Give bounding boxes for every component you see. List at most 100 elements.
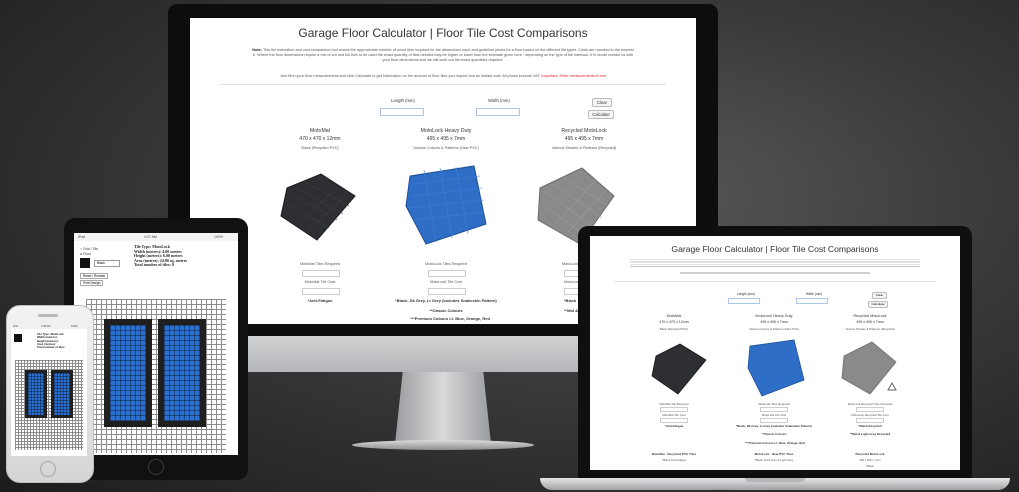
- mb-tiles-required-label: MotoLock Tiles Required: [758, 402, 790, 406]
- mb-length-label: Length (mm): [736, 292, 756, 296]
- mb-motolock-tile-image: [747, 339, 805, 397]
- instruction-main: Just fill in your floor measurements and…: [279, 74, 541, 78]
- width-input[interactable]: [476, 108, 520, 116]
- mb-product-name: MotoLock Heavy Duty: [755, 314, 793, 318]
- iphone-info: Tile Type: MotoLock Width (metres): Heig…: [37, 332, 66, 350]
- iphone-floor-right: [54, 373, 70, 415]
- mb-calculate-button[interactable]: Calculate: [868, 301, 888, 308]
- mb-product-note-2: **Mid & Light Grey Recycled: [849, 432, 891, 436]
- mb-tile-cost-output: [760, 418, 788, 423]
- mb-bottom-line: *Black, Dark Grey & Light Grey: [754, 458, 794, 462]
- mb-instruction: [680, 272, 870, 274]
- mb-width-input[interactable]: [796, 298, 828, 304]
- iphone-time: 4:38 AM: [41, 325, 51, 328]
- mb-note-text: [630, 258, 920, 268]
- tile-cost-output: [428, 288, 466, 295]
- mb-bottom-line: *Black: [866, 464, 874, 468]
- iphone-battery: 100%: [71, 325, 78, 328]
- note-paragraph: Note: This tile estimation and cost comp…: [252, 48, 634, 64]
- mb-motomat-tile-image: [651, 343, 707, 395]
- ipad-time: 4:37 AM: [144, 235, 157, 239]
- mb-bottom-heading: Recycled MotoLock: [855, 452, 885, 456]
- mb-tiles-required-output: [660, 407, 688, 412]
- ipad-screen: iPad 4:37 AM 100% ○ Grid / Tile ● Floor …: [74, 233, 238, 455]
- ipad-carrier: iPad: [78, 235, 86, 239]
- product-name: Recycled MotoLock: [561, 128, 607, 134]
- mb-product-material: Black (Recycled PVC): [659, 327, 689, 331]
- mb-tiles-required-output: [856, 407, 884, 412]
- mb-footer-note: ***Premium Colours Lt. Blue, Orange, Red: [745, 441, 805, 445]
- tile-cost-label: MotoMat Tile Cost: [304, 280, 336, 284]
- mb-product-material: Various Shades & Patterns (Recycled): [845, 327, 895, 331]
- macbook-screen: Garage Floor Calculator | Floor Tile Cos…: [590, 236, 960, 470]
- mb-tile-cost-output: [660, 418, 688, 423]
- mb-bottom-line: *Black Anti-Fatigue: [662, 458, 686, 462]
- mb-product-dims: 470 x 470 x 12mm: [659, 320, 689, 324]
- print-button[interactable]: Print Design: [80, 280, 104, 286]
- product-material: Black (Recycled PVC): [301, 146, 339, 150]
- recycle-icon: [887, 382, 897, 391]
- imac-stand: [395, 372, 491, 444]
- instruction-warning: Important: Enter measurements in mm: [541, 74, 607, 78]
- iphone-color-swatch[interactable]: [14, 334, 22, 342]
- tiles-required-label: MotoLock Tiles Required: [425, 262, 467, 266]
- length-label: Length (mm): [391, 98, 415, 103]
- radio-floor[interactable]: ● Floor: [80, 252, 91, 256]
- iphone-floor-left: [28, 373, 44, 415]
- mb-tiles-required-output: [760, 407, 788, 412]
- floor-area-left: [110, 325, 146, 421]
- reset-button[interactable]: Reset / Redraw: [80, 273, 108, 279]
- width-label: Width (mm): [488, 98, 510, 103]
- note-text: This tile estimation and cost comparison…: [252, 48, 634, 63]
- mb-clear-button[interactable]: Clear: [872, 292, 887, 299]
- ipad-home-button[interactable]: [148, 459, 164, 475]
- tile-cost-label: MotoLock Tile Cost: [429, 280, 463, 284]
- mb-divider: [614, 281, 936, 282]
- floor-area-right: [164, 325, 200, 421]
- clear-button[interactable]: Clear: [592, 98, 612, 107]
- product-name: MotoMat: [309, 128, 331, 134]
- info-total: Total number of tiles: 0: [134, 262, 174, 268]
- product-dims: 470 x 470 x 12mm: [299, 136, 341, 142]
- radio-grid[interactable]: ○ Grid / Tile: [80, 247, 98, 251]
- mb-tile-cost-label: MotoMat Tile Cost: [662, 413, 686, 417]
- mb-bottom-line: 495 x 495 x 7mm: [859, 458, 881, 462]
- radio-grid-label: Grid / Tile: [83, 247, 99, 251]
- mb-product-dims: 495 x 495 x 7mm: [856, 320, 884, 324]
- length-input[interactable]: [380, 108, 424, 116]
- tile-cost-output: [302, 288, 340, 295]
- calculate-button[interactable]: Calculate: [588, 110, 614, 119]
- imac-foot: [352, 440, 534, 450]
- mb-tile-cost-output: [856, 418, 884, 423]
- iphone-screen: iPad 4:38 AM 100% Tile Type: MotoLock Wi…: [11, 324, 87, 456]
- page-title: Garage Floor Calculator | Floor Tile Cos…: [298, 26, 588, 40]
- iphone-home-button[interactable]: [40, 461, 56, 477]
- mb-page-title: Garage Floor Calculator | Floor Tile Cos…: [671, 244, 879, 254]
- color-select[interactable]: Black: [94, 260, 120, 267]
- mb-product-note: *Black Recycled: [858, 424, 882, 428]
- mb-width-label: Width (mm): [805, 292, 823, 296]
- iphone-speaker: [38, 314, 58, 317]
- tiles-required-label: MotoMat Tiles Required: [299, 262, 341, 266]
- motomat-tile-image: [280, 173, 356, 241]
- mb-length-input[interactable]: [728, 298, 760, 304]
- color-swatch[interactable]: [80, 258, 90, 268]
- mb-tile-cost-label: MotoLock Recycled Tile Cost: [851, 413, 889, 417]
- mb-product-name: MotoMat: [666, 314, 682, 318]
- color-select-value: Black: [97, 261, 105, 265]
- divider: [220, 84, 666, 85]
- footer-note: ***Premium Colours Lt. Blue, Orange, Red: [410, 316, 490, 321]
- tiles-required-output: [428, 270, 466, 277]
- product-dims: 495 x 495 x 7mm: [426, 136, 466, 142]
- ipad-battery: 100%: [214, 235, 223, 239]
- iphone-status-bar: iPad 4:38 AM 100%: [11, 324, 87, 329]
- mb-tiles-required-label: MotoMat Tile Required: [659, 402, 689, 406]
- mb-tile-cost-label: MotoLock Tile Cost: [761, 413, 787, 417]
- instruction-text: Just fill in your floor measurements and…: [230, 74, 656, 78]
- radio-floor-label: Floor: [83, 252, 92, 256]
- note-label: Note:: [252, 48, 262, 52]
- mb-product-material: Various Colours & Patterns (New PVC): [749, 327, 799, 331]
- product-material: Various Colours & Patterns (New PVC): [413, 146, 479, 150]
- iphone-info-line: Total number of tiles:: [37, 345, 66, 350]
- product-name: MotoLock Heavy Duty: [420, 128, 472, 134]
